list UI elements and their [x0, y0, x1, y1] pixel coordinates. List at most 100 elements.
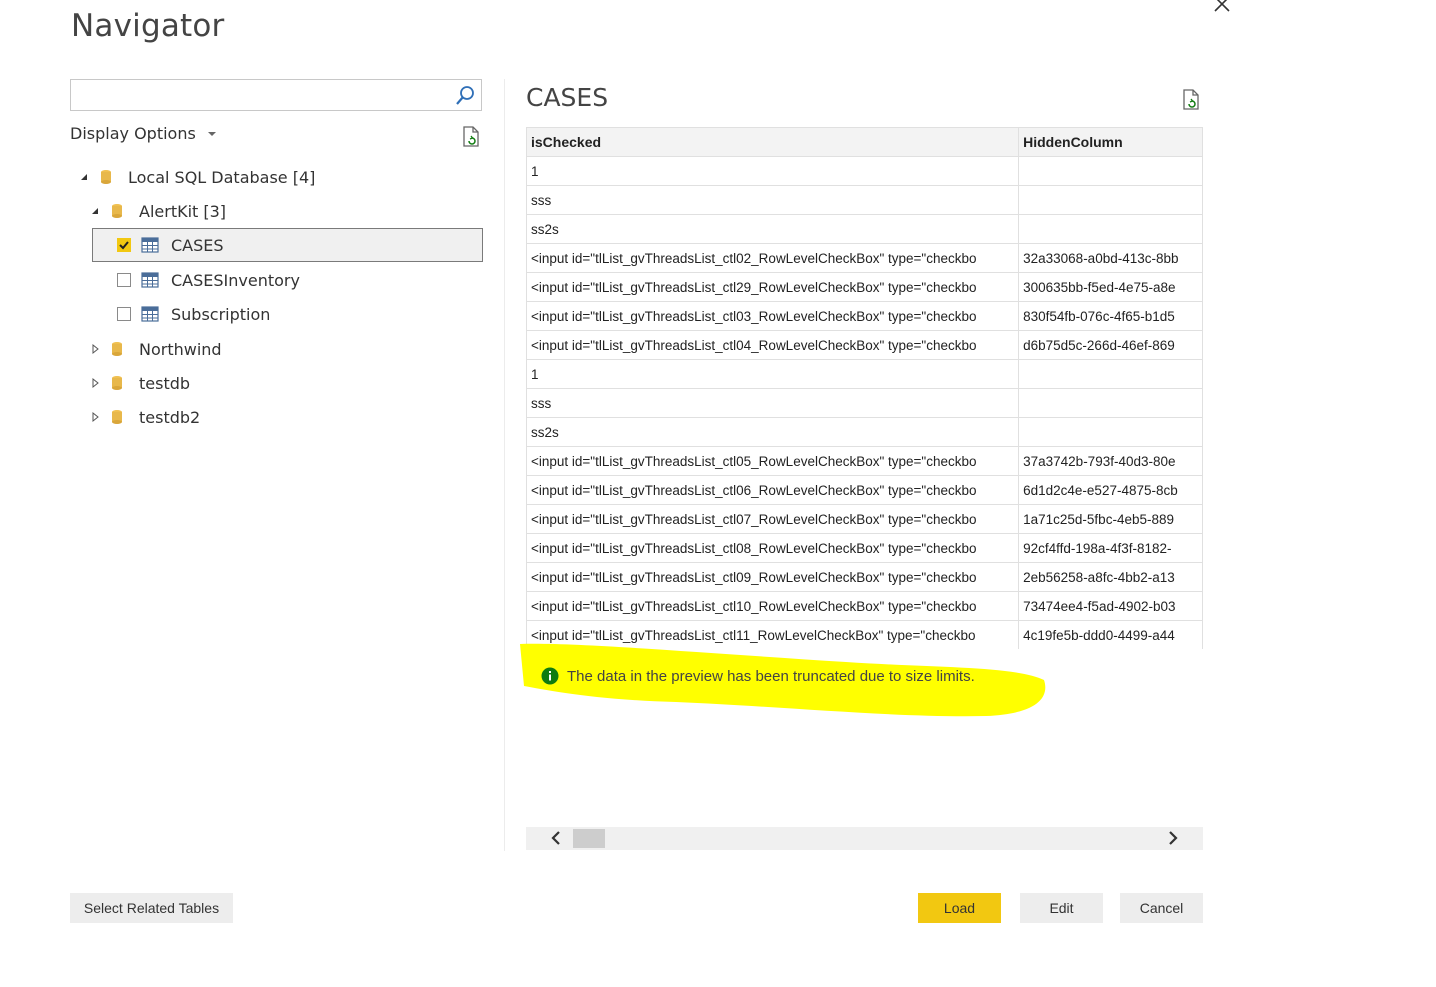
horizontal-scrollbar[interactable] — [526, 827, 1203, 850]
cell-ischecked: <input id="tlList_gvThreadsList_ctl04_Ro… — [526, 330, 1020, 360]
display-options-label: Display Options — [70, 124, 196, 143]
tree-node-testdb2[interactable]: testdb2 — [89, 402, 200, 432]
cell-ischecked: sss — [526, 388, 1020, 418]
cell-hiddencolumn: 92cf4ffd-198a-4f3f-8182- — [1018, 533, 1203, 563]
table-row[interactable]: 1 — [526, 359, 1203, 389]
tree-node-alertkit[interactable]: AlertKit [3] — [89, 196, 226, 226]
table-body: 1 sss ss2s <input id="tlList_gvThreadsList_… — [526, 156, 1203, 649]
edit-button[interactable]: Edit — [1020, 893, 1103, 923]
table-icon — [141, 306, 159, 322]
search-input[interactable] — [75, 83, 449, 109]
expand-icon[interactable] — [89, 411, 101, 423]
tree-table-casesinventory[interactable]: CASESInventory — [117, 265, 300, 295]
checkmark-icon — [119, 241, 129, 250]
cell-hiddencolumn — [1018, 417, 1203, 447]
dialog-title: Navigator — [71, 8, 225, 44]
preview-table: isChecked HiddenColumn 1 sss ss2s <input id… — [526, 127, 1203, 649]
pane-divider — [504, 79, 505, 851]
tree-node-northwind[interactable]: Northwind — [89, 334, 222, 364]
checkbox-unchecked[interactable] — [117, 307, 131, 321]
cell-ischecked: <input id="tlList_gvThreadsList_ctl08_Ro… — [526, 533, 1020, 563]
tree-table-subscription[interactable]: Subscription — [117, 299, 270, 329]
cancel-button[interactable]: Cancel — [1120, 893, 1203, 923]
table-header-row: isChecked HiddenColumn — [526, 127, 1203, 157]
cell-ischecked: <input id="tlList_gvThreadsList_ctl03_Ro… — [526, 301, 1020, 331]
cell-hiddencolumn: 1a71c25d-5fbc-4eb5-889 — [1018, 504, 1203, 534]
close-icon[interactable] — [1210, 0, 1234, 16]
table-row[interactable]: 1 — [526, 156, 1203, 186]
cell-hiddencolumn: 6d1d2c4e-e527-4875-8cb — [1018, 475, 1203, 505]
table-row[interactable]: ss2s — [526, 417, 1203, 447]
column-header[interactable]: isChecked — [526, 127, 1020, 157]
table-row[interactable]: <input id="tlList_gvThreadsList_ctl03_Ro… — [526, 301, 1203, 331]
navigator-dialog: Navigator Display Options Local SQL Data… — [0, 0, 1436, 987]
cell-ischecked: <input id="tlList_gvThreadsList_ctl06_Ro… — [526, 475, 1020, 505]
tree-node-testdb[interactable]: testdb — [89, 368, 190, 398]
cell-ischecked: sss — [526, 185, 1020, 215]
table-row[interactable]: ss2s — [526, 214, 1203, 244]
cell-hiddencolumn: 2eb56258-a8fc-4bb2-a13 — [1018, 562, 1203, 592]
expand-icon[interactable] — [89, 343, 101, 355]
cell-hiddencolumn: 300635bb-f5ed-4e75-a8e — [1018, 272, 1203, 302]
cell-ischecked: <input id="tlList_gvThreadsList_ctl02_Ro… — [526, 243, 1020, 273]
truncation-notice: The data in the preview has been truncat… — [541, 667, 975, 685]
checkbox-unchecked[interactable] — [117, 273, 131, 287]
scroll-left-icon[interactable] — [546, 828, 566, 848]
table-row[interactable]: <input id="tlList_gvThreadsList_ctl04_Ro… — [526, 330, 1203, 360]
collapse-icon[interactable] — [89, 205, 101, 217]
search-icon[interactable] — [453, 84, 477, 108]
column-header[interactable]: HiddenColumn — [1018, 127, 1203, 157]
tree-node-label: testdb — [139, 373, 191, 393]
preview-title: CASES — [526, 83, 609, 112]
table-icon — [141, 272, 159, 288]
refresh-icon[interactable] — [1179, 88, 1203, 112]
cell-ischecked: <input id="tlList_gvThreadsList_ctl07_Ro… — [526, 504, 1020, 534]
display-options-dropdown[interactable]: Display Options — [70, 124, 218, 143]
database-icon — [112, 204, 122, 218]
cell-hiddencolumn — [1018, 359, 1203, 389]
table-row[interactable]: <input id="tlList_gvThreadsList_ctl02_Ro… — [526, 243, 1203, 273]
scrollbar-thumb[interactable] — [573, 829, 605, 848]
cell-hiddencolumn: 73474ee4-f5ad-4902-b03 — [1018, 591, 1203, 621]
cell-hiddencolumn — [1018, 214, 1203, 244]
tree-node-label: testdb2 — [139, 407, 201, 427]
cell-hiddencolumn: 32a33068-a0bd-413c-8bb — [1018, 243, 1203, 273]
scroll-right-icon[interactable] — [1163, 828, 1183, 848]
tree-node-label: Subscription — [171, 304, 271, 324]
info-icon — [541, 667, 559, 685]
table-row[interactable]: <input id="tlList_gvThreadsList_ctl10_Ro… — [526, 591, 1203, 621]
table-row[interactable]: <input id="tlList_gvThreadsList_ctl06_Ro… — [526, 475, 1203, 505]
table-row[interactable]: sss — [526, 388, 1203, 418]
table-row[interactable]: <input id="tlList_gvThreadsList_ctl05_Ro… — [526, 446, 1203, 476]
database-icon — [112, 342, 122, 356]
search-box[interactable] — [70, 79, 482, 111]
refresh-icon[interactable] — [459, 125, 483, 149]
select-related-tables-button[interactable]: Select Related Tables — [70, 893, 233, 923]
cell-ischecked: <input id="tlList_gvThreadsList_ctl09_Ro… — [526, 562, 1020, 592]
cell-hiddencolumn: 830f54fb-076c-4f65-b1d5 — [1018, 301, 1203, 331]
expand-icon[interactable] — [89, 377, 101, 389]
table-icon — [141, 237, 159, 253]
table-row[interactable]: <input id="tlList_gvThreadsList_ctl08_Ro… — [526, 533, 1203, 563]
tree-node-label: Local SQL Database [4] — [128, 167, 316, 187]
table-row[interactable]: <input id="tlList_gvThreadsList_ctl07_Ro… — [526, 504, 1203, 534]
cell-hiddencolumn — [1018, 185, 1203, 215]
cell-ischecked: ss2s — [526, 214, 1020, 244]
checkbox-checked[interactable] — [117, 238, 131, 252]
table-row[interactable]: <input id="tlList_gvThreadsList_ctl29_Ro… — [526, 272, 1203, 302]
cell-ischecked: 1 — [526, 359, 1020, 389]
tree-table-cases[interactable]: CASES — [117, 230, 224, 260]
cell-hiddencolumn — [1018, 156, 1203, 186]
chevron-down-icon — [207, 131, 216, 136]
load-button[interactable]: Load — [918, 893, 1001, 923]
cell-ischecked: <input id="tlList_gvThreadsList_ctl29_Ro… — [526, 272, 1020, 302]
notice-text: The data in the preview has been truncat… — [567, 667, 975, 685]
cell-ischecked: 1 — [526, 156, 1020, 186]
tree-node-label: CASESInventory — [171, 270, 300, 290]
database-icon — [101, 170, 111, 184]
table-row[interactable]: sss — [526, 185, 1203, 215]
preview-grid[interactable]: isChecked HiddenColumn 1 sss ss2s <input id… — [526, 127, 1203, 649]
table-row[interactable]: <input id="tlList_gvThreadsList_ctl09_Ro… — [526, 562, 1203, 592]
tree-node-local-sql-database[interactable]: Local SQL Database [4] — [78, 162, 315, 192]
collapse-icon[interactable] — [78, 171, 90, 183]
